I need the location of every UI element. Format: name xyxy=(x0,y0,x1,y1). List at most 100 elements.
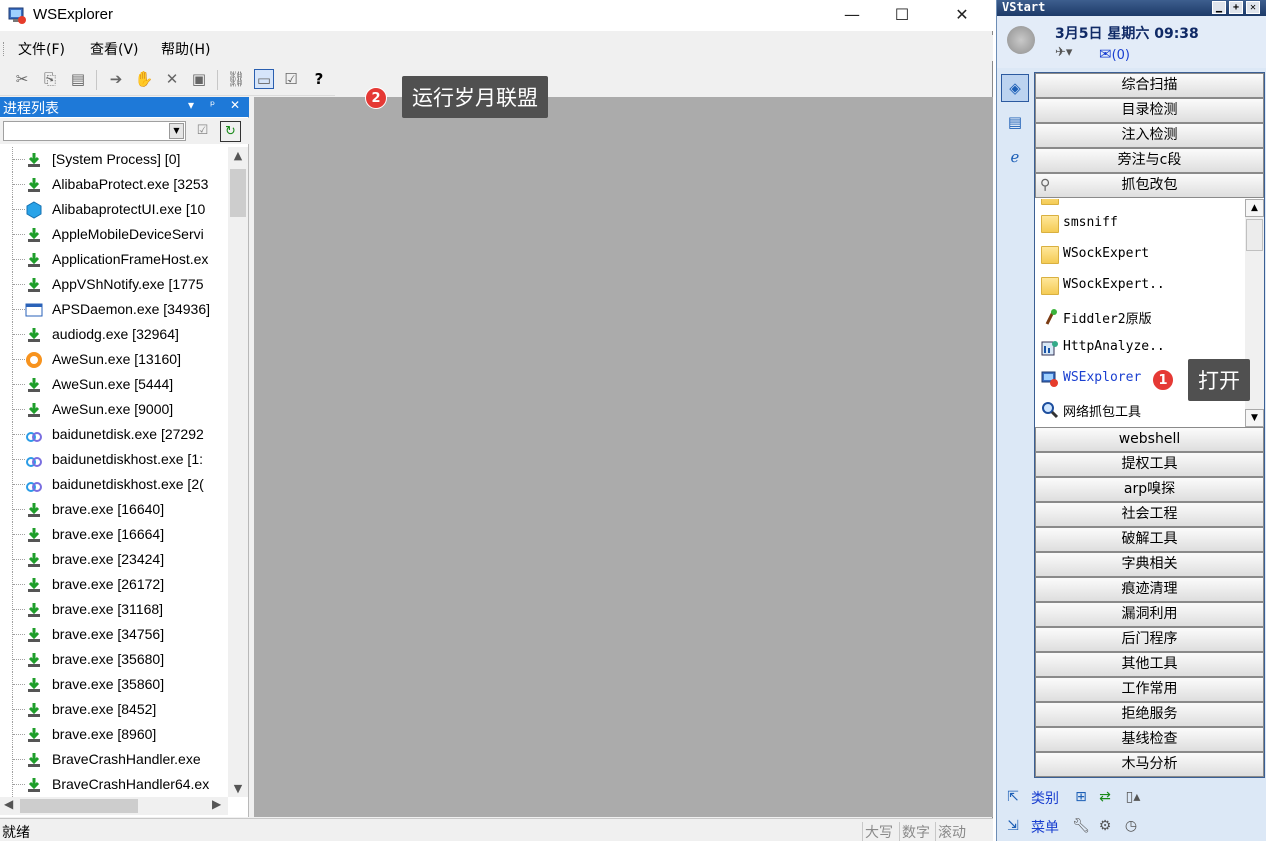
category-button[interactable]: 漏洞利用 xyxy=(1035,602,1264,627)
process-row[interactable]: brave.exe [8960] xyxy=(0,722,228,747)
process-row[interactable]: ApplicationFrameHost.ex xyxy=(0,247,228,272)
process-row[interactable]: brave.exe [16664] xyxy=(0,522,228,547)
scroll-left-icon[interactable]: ◀ xyxy=(4,797,13,811)
process-row[interactable]: brave.exe [16640] xyxy=(0,497,228,522)
settings-icon[interactable]: ⚙ xyxy=(1095,816,1115,836)
mail-button[interactable]: ✉(0) xyxy=(1099,45,1130,63)
process-row[interactable]: brave.exe [34756] xyxy=(0,622,228,647)
process-row[interactable]: APSDaemon.exe [34936] xyxy=(0,297,228,322)
process-row[interactable]: AlibabaProtect.exe [3253 xyxy=(0,172,228,197)
process-row[interactable]: baidunetdiskhost.exe [1: xyxy=(0,447,228,472)
scroll-up-icon[interactable]: ▲ xyxy=(228,149,248,162)
category-button[interactable]: 基线检查 xyxy=(1035,727,1264,752)
panel-dropdown-icon[interactable]: ▾ xyxy=(188,98,194,112)
maximize-button[interactable]: ☐ xyxy=(877,0,927,31)
category-button[interactable]: 字典相关 xyxy=(1035,552,1264,577)
forward-icon[interactable]: ➔ xyxy=(106,69,126,89)
category-button[interactable]: arp嗅探 xyxy=(1035,477,1264,502)
scroll-down-icon[interactable]: ▼ xyxy=(1245,409,1264,427)
scroll-thumb[interactable] xyxy=(1246,219,1263,251)
scroll-thumb[interactable] xyxy=(230,169,246,217)
process-row[interactable]: baidunetdiskhost.exe [2( xyxy=(0,472,228,497)
process-row[interactable]: AweSun.exe [9000] xyxy=(0,397,228,422)
category-button[interactable]: webshell xyxy=(1035,427,1264,452)
category-button[interactable]: ⚲ 抓包改包 xyxy=(1035,173,1264,198)
schedule-icon[interactable]: ◷ xyxy=(1121,816,1141,836)
process-row[interactable]: audiodg.exe [32964] xyxy=(0,322,228,347)
category-button[interactable]: 综合扫描 xyxy=(1035,73,1264,98)
tools-dropdown-icon[interactable]: ✈▾ xyxy=(1055,45,1072,60)
tool-item[interactable]: WSockExpert.. xyxy=(1035,271,1245,301)
category-button[interactable]: 注入检测 xyxy=(1035,123,1264,148)
category-button[interactable]: 目录检测 xyxy=(1035,98,1264,123)
close-button[interactable]: ✕ xyxy=(1246,1,1260,14)
process-row[interactable]: brave.exe [31168] xyxy=(0,597,228,622)
category-button[interactable]: 工作常用 xyxy=(1035,677,1264,702)
process-row[interactable]: AlibabaprotectUI.exe [10 xyxy=(0,197,228,222)
sync-icon[interactable]: ⇄ xyxy=(1095,787,1115,807)
add-icon[interactable]: ⊞ xyxy=(1071,787,1091,807)
chevron-down-icon[interactable]: ▼ xyxy=(169,123,184,139)
process-row[interactable]: baidunetdisk.exe [27292 xyxy=(0,422,228,447)
category-label[interactable]: 类别 xyxy=(1031,788,1059,808)
minimize-button[interactable]: ▁ xyxy=(1212,1,1226,14)
process-row[interactable]: AweSun.exe [13160] xyxy=(0,347,228,372)
category-button[interactable]: 提权工具 xyxy=(1035,452,1264,477)
refresh-icon[interactable]: ↻ xyxy=(220,121,241,142)
ie-browser-icon[interactable]: ℯ xyxy=(1001,144,1029,172)
help-icon[interactable]: ? xyxy=(309,69,329,89)
tool-item[interactable]: Fiddler2原版 xyxy=(1035,302,1245,332)
clock-icon[interactable] xyxy=(1007,26,1035,54)
menu-file[interactable]: 文件(F) xyxy=(18,39,65,59)
process-filter-combo[interactable]: ▼ xyxy=(3,121,186,141)
tool-item[interactable]: smsniff xyxy=(1035,209,1245,239)
minimize-button[interactable]: — xyxy=(827,0,877,31)
category-button[interactable]: 拒绝服务 xyxy=(1035,702,1264,727)
close-button[interactable]: ✕ xyxy=(937,0,987,31)
category-button[interactable]: 旁注与c段 xyxy=(1035,148,1264,173)
cut-icon[interactable]: ✂ xyxy=(12,69,32,89)
process-list-horizontal-scrollbar[interactable]: ◀ ▶ xyxy=(0,797,228,815)
process-row[interactable]: BraveCrashHandler64.ex xyxy=(0,772,228,797)
process-list-vertical-scrollbar[interactable]: ▲ ▼ xyxy=(228,147,248,797)
process-row[interactable]: BraveCrashHandler.exe xyxy=(0,747,228,772)
process-row[interactable]: brave.exe [35680] xyxy=(0,647,228,672)
hand-icon[interactable]: ✋ xyxy=(134,69,154,89)
process-row[interactable]: brave.exe [23424] xyxy=(0,547,228,572)
scroll-up-icon[interactable]: ▲ xyxy=(1245,199,1264,217)
process-row[interactable]: brave.exe [26172] xyxy=(0,572,228,597)
tool-item[interactable]: WSockExpert xyxy=(1035,240,1245,270)
menu-help[interactable]: 帮助(H) xyxy=(161,39,210,59)
properties-icon[interactable]: ☑ xyxy=(281,69,301,89)
menu-view[interactable]: 查看(V) xyxy=(90,39,139,59)
pin-icon[interactable]: ᵖ xyxy=(210,98,215,112)
wrench-icon[interactable]: 🔧︎ xyxy=(1071,816,1091,836)
menu-icon[interactable]: ⇲ xyxy=(1003,816,1023,836)
copy-icon[interactable]: ⎘ xyxy=(40,69,60,89)
process-row[interactable]: AppleMobileDeviceServi xyxy=(0,222,228,247)
delete-icon[interactable]: ✕ xyxy=(162,69,182,89)
category-button[interactable]: 社会工程 xyxy=(1035,502,1264,527)
category-button[interactable]: 后门程序 xyxy=(1035,627,1264,652)
process-row[interactable]: brave.exe [8452] xyxy=(0,697,228,722)
paste-icon[interactable]: ▤ xyxy=(68,69,88,89)
menu-label[interactable]: 菜单 xyxy=(1031,817,1059,837)
new-item-icon[interactable]: ▯▴ xyxy=(1123,787,1143,807)
category-button[interactable]: 木马分析 xyxy=(1035,752,1264,777)
scroll-down-icon[interactable]: ▼ xyxy=(228,782,248,795)
category-button[interactable]: 破解工具 xyxy=(1035,527,1264,552)
launcher-icon[interactable]: ◈ xyxy=(1001,74,1029,102)
save-icon[interactable]: ▣ xyxy=(189,69,209,89)
category-icon[interactable]: ⇱ xyxy=(1003,787,1023,807)
process-row[interactable]: AweSun.exe [5444] xyxy=(0,372,228,397)
folder-icon[interactable]: ▤ xyxy=(1001,109,1029,137)
process-row[interactable]: brave.exe [35860] xyxy=(0,672,228,697)
maximize-button[interactable]: + xyxy=(1229,1,1243,14)
process-row[interactable]: AppVShNotify.exe [1775 xyxy=(0,272,228,297)
scroll-thumb[interactable] xyxy=(20,799,138,813)
window-icon[interactable]: ▭ xyxy=(254,69,274,89)
process-row[interactable]: [System Process] [0] xyxy=(0,147,228,172)
properties-icon[interactable]: ☑ xyxy=(192,121,213,142)
panel-close-icon[interactable]: ✕ xyxy=(230,98,240,112)
category-button[interactable]: 其他工具 xyxy=(1035,652,1264,677)
